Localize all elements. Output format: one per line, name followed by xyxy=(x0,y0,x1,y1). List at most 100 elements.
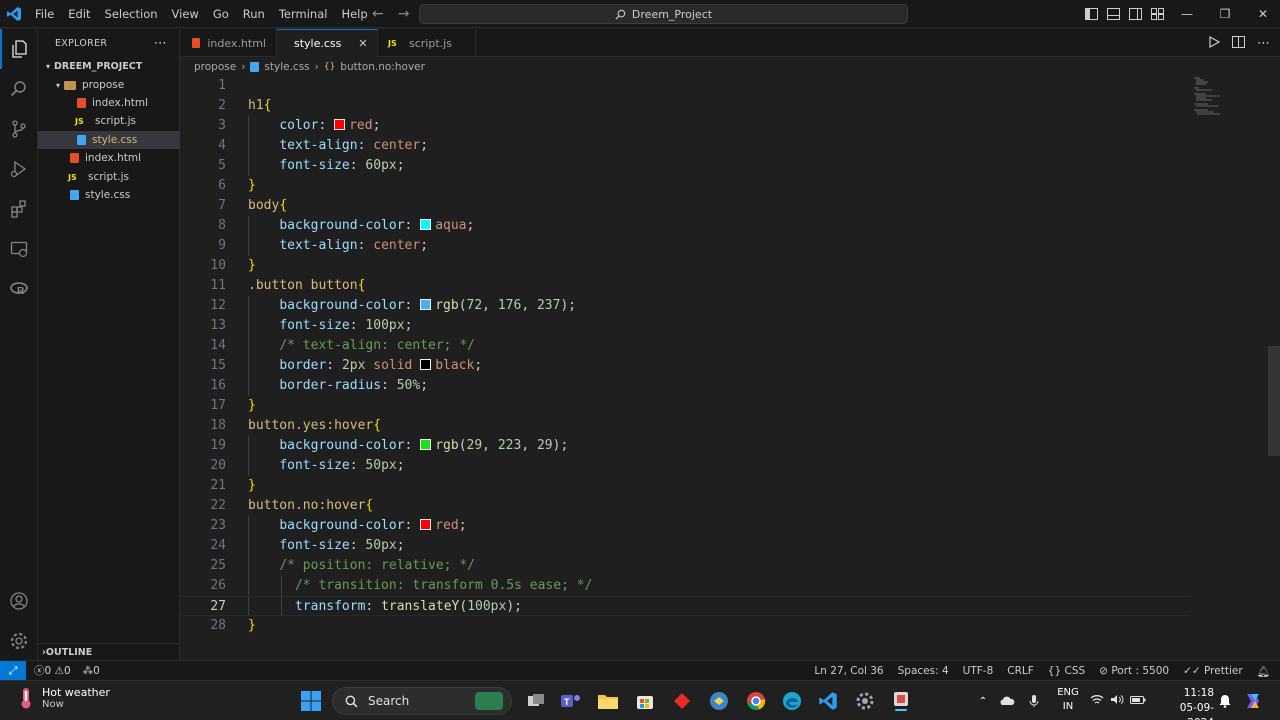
more-actions-icon[interactable]: ⋯ xyxy=(154,36,167,51)
menu-view[interactable]: View xyxy=(165,0,206,28)
file-explorer-icon[interactable] xyxy=(595,688,621,714)
prettier-status[interactable]: ✓✓ Prettier xyxy=(1183,665,1243,677)
notification-bell-icon[interactable] xyxy=(1212,688,1238,714)
back-arrow-icon[interactable]: ← xyxy=(372,6,384,22)
ports-indicator[interactable]: ⁂0 xyxy=(83,665,100,677)
accounts-icon[interactable] xyxy=(0,581,38,621)
breadcrumb-folder[interactable]: propose xyxy=(194,61,236,73)
code-text: background-color: rgb(29, 223, 29); xyxy=(279,438,569,453)
search-view-icon[interactable] xyxy=(0,69,38,109)
tab-index-html[interactable]: index.html xyxy=(180,29,277,57)
vscode-taskbar-icon[interactable] xyxy=(815,688,841,714)
settings-gear-icon[interactable] xyxy=(0,621,38,661)
menu-selection[interactable]: Selection xyxy=(98,0,165,28)
python-icon[interactable] xyxy=(706,688,732,714)
tree-file-script-js-root[interactable]: JS script.js xyxy=(38,168,180,186)
language-mode[interactable]: {} CSS xyxy=(1048,665,1085,677)
color-swatch[interactable] xyxy=(420,439,432,450)
editor-scrollbar[interactable] xyxy=(1268,346,1280,456)
toggle-secondary-sidebar-icon[interactable] xyxy=(1124,0,1146,28)
store-icon[interactable] xyxy=(632,688,658,714)
close-tab-icon[interactable]: ✕ xyxy=(358,37,367,50)
split-editor-icon[interactable] xyxy=(1232,35,1245,51)
close-window-icon[interactable]: ✕ xyxy=(1244,0,1280,28)
cursor-position[interactable]: Ln 27, Col 36 xyxy=(814,665,883,677)
customize-layout-icon[interactable] xyxy=(1146,0,1168,28)
code-line: 12 background-color: rgb(72, 176, 237); xyxy=(180,296,1190,316)
forward-arrow-icon[interactable]: → xyxy=(398,6,410,22)
project-folder-row[interactable]: ▾ DREEM_PROJECT xyxy=(38,57,180,75)
tree-folder-propose[interactable]: ▾ propose xyxy=(38,76,180,94)
extensions-icon[interactable] xyxy=(0,189,38,229)
code-line: 19 background-color: rgb(29, 223, 29); xyxy=(180,436,1190,456)
show-hidden-icons-chevron-icon[interactable]: ⌃ xyxy=(974,696,992,707)
run-debug-icon[interactable] xyxy=(0,149,38,189)
code-editor[interactable]: 1 2 h1{ 3 color: red; 4 text-align: cente… xyxy=(180,76,1280,660)
more-actions-icon[interactable]: ⋯ xyxy=(1257,36,1270,51)
color-swatch[interactable] xyxy=(420,219,432,230)
notifications-bell-icon[interactable]: 🔔︎ xyxy=(1257,665,1270,678)
encoding[interactable]: UTF-8 xyxy=(963,665,994,677)
problems-indicator[interactable]: ⓧ0 ⚠0 xyxy=(34,663,71,678)
minimize-icon[interactable]: — xyxy=(1168,0,1206,28)
minimap[interactable] xyxy=(1194,76,1234,116)
maximize-icon[interactable]: ❐ xyxy=(1206,0,1244,28)
breadcrumb-symbol[interactable]: button.no:hover xyxy=(340,61,425,73)
color-swatch[interactable] xyxy=(420,359,432,370)
active-app-icon[interactable] xyxy=(888,688,914,714)
settings-app-icon[interactable] xyxy=(852,688,878,714)
title-bar: File Edit Selection View Go Run Terminal… xyxy=(0,0,1280,28)
tree-file-script-js[interactable]: JS script.js xyxy=(38,112,180,130)
tree-file-style-css-root[interactable]: style.css xyxy=(38,186,180,204)
toggle-panel-icon[interactable] xyxy=(1102,0,1124,28)
color-swatch[interactable] xyxy=(420,519,432,530)
source-control-icon[interactable] xyxy=(0,109,38,149)
teams-icon[interactable]: T xyxy=(558,688,584,714)
tree-label: style.css xyxy=(85,189,131,201)
start-windows-icon[interactable] xyxy=(298,688,324,714)
chrome-icon[interactable] xyxy=(743,688,769,714)
tab-style-css[interactable]: style.css ✕ xyxy=(277,29,378,57)
folder-icon xyxy=(64,80,76,90)
tree-file-index-html-root[interactable]: index.html xyxy=(38,149,180,167)
menu-edit[interactable]: Edit xyxy=(61,0,97,28)
menu-terminal[interactable]: Terminal xyxy=(272,0,335,28)
color-swatch[interactable] xyxy=(334,119,346,130)
outline-section[interactable]: › OUTLINE xyxy=(38,643,180,661)
task-view-icon[interactable] xyxy=(523,688,549,714)
quick-settings[interactable] xyxy=(1090,681,1146,720)
tab-script-js[interactable]: JS script.js xyxy=(378,29,476,57)
css-file-icon xyxy=(250,62,260,72)
wifi-icon xyxy=(1090,694,1104,708)
tree-file-index-html[interactable]: index.html xyxy=(38,94,180,112)
tree-label: index.html xyxy=(92,97,148,109)
indentation[interactable]: Spaces: 4 xyxy=(898,665,949,677)
menu-run[interactable]: Run xyxy=(236,0,272,28)
color-swatch[interactable] xyxy=(420,299,432,310)
weather-widget[interactable]: Hot weather Now xyxy=(16,686,110,710)
taskbar-search[interactable]: Search xyxy=(332,687,512,715)
menu-go[interactable]: Go xyxy=(206,0,236,28)
clock[interactable]: 11:18 05-09-2024 xyxy=(1156,686,1214,720)
menu-file[interactable]: File xyxy=(28,0,61,28)
live-server-port[interactable]: ⊘ Port : 5500 xyxy=(1099,665,1169,677)
run-file-icon[interactable] xyxy=(1208,35,1221,51)
language-indicator[interactable]: ENG IN xyxy=(1056,686,1080,714)
menu-help[interactable]: Help xyxy=(334,0,374,28)
end-of-line[interactable]: CRLF xyxy=(1007,665,1034,677)
tree-file-style-css[interactable]: style.css xyxy=(38,131,180,149)
onedrive-cloud-icon[interactable] xyxy=(992,696,1022,706)
code-line: 11 .button button{ xyxy=(180,276,1190,296)
edge-icon[interactable] xyxy=(779,688,805,714)
copilot-icon[interactable] xyxy=(1240,688,1266,714)
microphone-icon[interactable] xyxy=(1022,694,1046,708)
explorer-icon[interactable] xyxy=(0,29,38,69)
remote-indicator-icon[interactable]: ⤢ xyxy=(0,660,26,681)
tab-label: style.css xyxy=(294,37,342,50)
remote-explorer-icon[interactable] xyxy=(0,229,38,269)
command-center-search[interactable]: Dreem_Project xyxy=(419,4,908,24)
app-red-diamond-icon[interactable] xyxy=(669,688,695,714)
breadcrumb-file[interactable]: style.css xyxy=(264,61,309,73)
toggle-sidebar-icon[interactable] xyxy=(1080,0,1102,28)
r-extension-icon[interactable]: R xyxy=(0,269,38,309)
